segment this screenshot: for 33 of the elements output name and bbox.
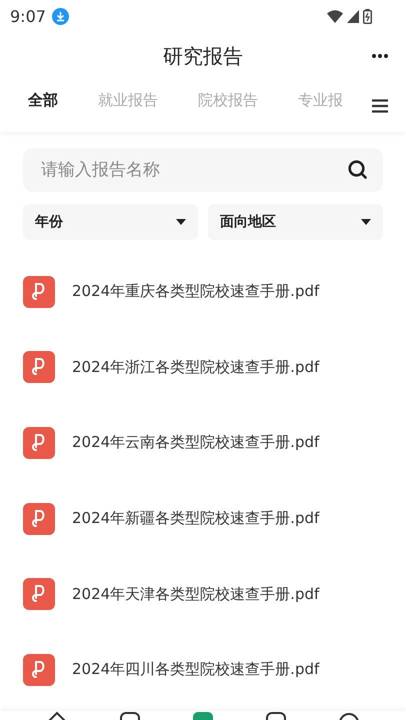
pdf-icon [23, 426, 55, 459]
file-name: 2024年新疆各类型院校速查手册.pdf [72, 509, 320, 528]
download-icon [52, 8, 69, 24]
pdf-icon [23, 502, 55, 535]
tab[interactable]: 全部 [28, 91, 58, 121]
caret-icon[interactable] [176, 219, 186, 225]
file-name: 2024年四川各类型院校速查手册.pdf [72, 660, 320, 680]
file-name: 2024年浙江各类型院校速查手册.pdf [72, 358, 320, 377]
filter-dropdown[interactable]: 年份 [23, 204, 198, 240]
battery-icon [363, 8, 372, 24]
file-row[interactable]: 2024年重庆各类型院校速查手册.pdf [23, 254, 383, 330]
file-row[interactable]: 2024年四川各类型院校速查手册.pdf [23, 632, 383, 708]
file-row[interactable]: 2024年新疆各类型院校速查手册.pdf [23, 480, 383, 556]
pdf-icon [23, 276, 55, 308]
pdf-icon [23, 351, 55, 384]
menu-icon[interactable] [372, 99, 388, 113]
file-row[interactable]: 2024年天津各类型院校速查手册.pdf [23, 556, 383, 632]
signal-icon [347, 10, 359, 22]
pdf-icon [23, 578, 55, 610]
file-name: 2024年天津各类型院校速查手册.pdf [72, 584, 320, 604]
file-name: 2024年云南各类型院校速查手册.pdf [72, 433, 320, 452]
file-name: 2024年重庆各类型院校速查手册.pdf [72, 282, 320, 302]
filter-dropdown[interactable]: 面向地区 [208, 204, 383, 240]
status-time: 9:07 [10, 6, 46, 26]
file-row[interactable]: 2024年云南各类型院校速查手册.pdf [23, 405, 383, 481]
search-field[interactable]: 请输入报告名称 [23, 148, 383, 192]
page-title: 研究报告 [163, 42, 243, 70]
file-row[interactable]: 2024年浙江各类型院校速查手册.pdf [23, 330, 383, 406]
more-icon[interactable] [372, 54, 388, 58]
pdf-icon [23, 654, 55, 686]
search-icon[interactable] [348, 160, 367, 179]
wifi-icon [327, 10, 343, 22]
caret-icon[interactable] [361, 219, 371, 225]
